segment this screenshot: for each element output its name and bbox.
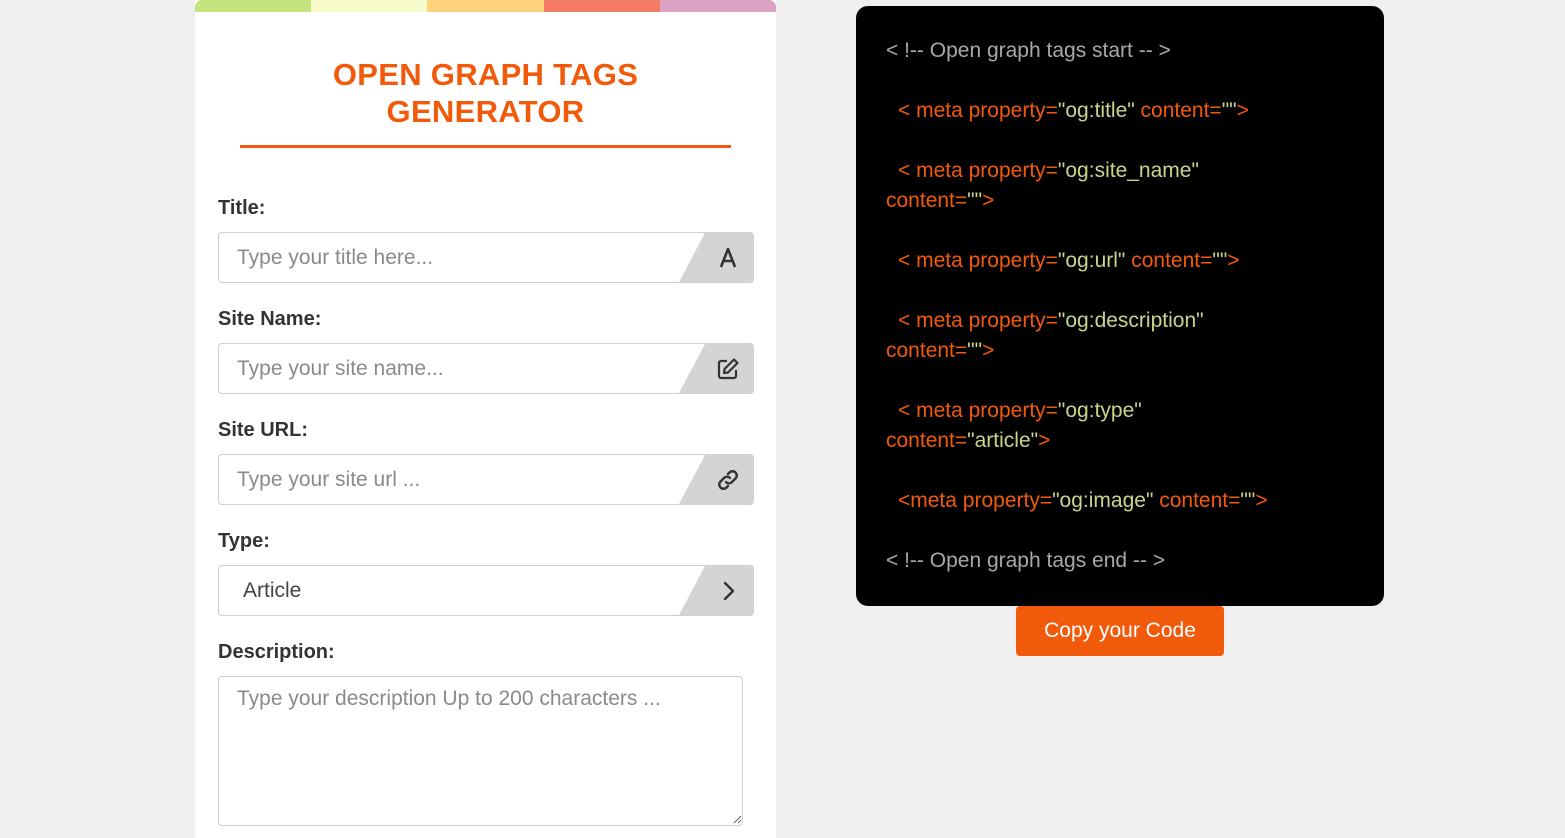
- site-name-input[interactable]: [219, 344, 689, 393]
- site-url-addon: [679, 455, 753, 504]
- site-name-label: Site Name:: [218, 308, 322, 330]
- code-output: < !-- Open graph tags start -- > < meta …: [856, 6, 1384, 606]
- site-url-input[interactable]: [219, 455, 689, 504]
- site-url-field: [218, 454, 754, 505]
- title-input[interactable]: [219, 233, 689, 282]
- title-label: Title:: [218, 197, 266, 219]
- code-value: "article": [967, 429, 1039, 452]
- generator-card: OPEN GRAPH TAGS GENERATOR Title: Site Na…: [195, 0, 776, 838]
- site-name-addon: [679, 344, 753, 393]
- code-tag-close: >: [982, 189, 995, 212]
- code-tag: < meta property=: [898, 99, 1058, 122]
- code-tag: < meta property=: [898, 159, 1058, 182]
- title-field: [218, 232, 754, 283]
- site-url-label: Site URL:: [218, 419, 308, 441]
- code-value: "": [967, 189, 983, 212]
- code-tag: < meta property=: [898, 399, 1058, 422]
- code-attr: content=: [1153, 489, 1241, 512]
- code-tag-close: >: [1255, 489, 1268, 512]
- code-value: "": [967, 339, 983, 362]
- code-attr: content=: [1125, 249, 1213, 272]
- code-tag: <meta property=: [898, 489, 1053, 512]
- title-addon: [679, 233, 753, 282]
- code-line-type: < meta property="og:type" content="artic…: [886, 396, 1354, 456]
- code-line-description: < meta property="og:description" content…: [886, 306, 1354, 366]
- copy-code-button[interactable]: Copy your Code: [1016, 606, 1224, 656]
- chevron-right-icon: [723, 581, 735, 600]
- code-attr: content=: [886, 189, 968, 212]
- code-value: "": [1240, 489, 1256, 512]
- description-label: Description:: [218, 641, 335, 663]
- color-stripe: [195, 0, 776, 12]
- font-icon: [719, 247, 737, 267]
- code-tag-close: >: [982, 339, 995, 362]
- code-property: "og:description": [1057, 309, 1204, 332]
- site-name-field: [218, 343, 754, 394]
- link-icon: [718, 469, 738, 490]
- type-addon: [679, 566, 753, 615]
- type-selected-value: Article: [243, 579, 302, 602]
- code-property: "og:type": [1057, 399, 1142, 422]
- code-tag: < meta property=: [898, 249, 1058, 272]
- code-property: "og:url": [1057, 249, 1126, 272]
- code-line-site-name: < meta property="og:site_name" content="…: [886, 156, 1354, 216]
- code-property: "og:site_name": [1057, 159, 1199, 182]
- code-tag-close: >: [1236, 99, 1249, 122]
- edit-icon: [717, 357, 739, 379]
- resize-grip-icon[interactable]: [732, 814, 742, 824]
- code-value: "": [1221, 99, 1237, 122]
- type-label: Type:: [218, 530, 270, 552]
- code-attr: content=: [886, 429, 968, 452]
- page-title: OPEN GRAPH TAGS GENERATOR: [332, 57, 639, 129]
- code-attr: content=: [886, 339, 968, 362]
- code-tag-close: >: [1038, 429, 1051, 452]
- code-tag: < meta property=: [898, 309, 1058, 332]
- type-select[interactable]: Article: [218, 565, 754, 616]
- code-tag-close: >: [1227, 249, 1240, 272]
- code-line-image: <meta property="og:image" content="">: [886, 486, 1354, 516]
- code-property: "og:image": [1052, 489, 1154, 512]
- code-property: "og:title": [1057, 99, 1135, 122]
- code-start-comment: < !-- Open graph tags start -- >: [886, 39, 1171, 62]
- code-attr: content=: [1134, 99, 1222, 122]
- code-value: "": [1212, 249, 1228, 272]
- code-line-title: < meta property="og:title" content="">: [886, 96, 1354, 126]
- code-line-url: < meta property="og:url" content="">: [886, 246, 1354, 276]
- description-textarea[interactable]: [218, 676, 743, 826]
- code-end-comment: < !-- Open graph tags end -- >: [886, 549, 1165, 572]
- title-underline: [240, 145, 731, 148]
